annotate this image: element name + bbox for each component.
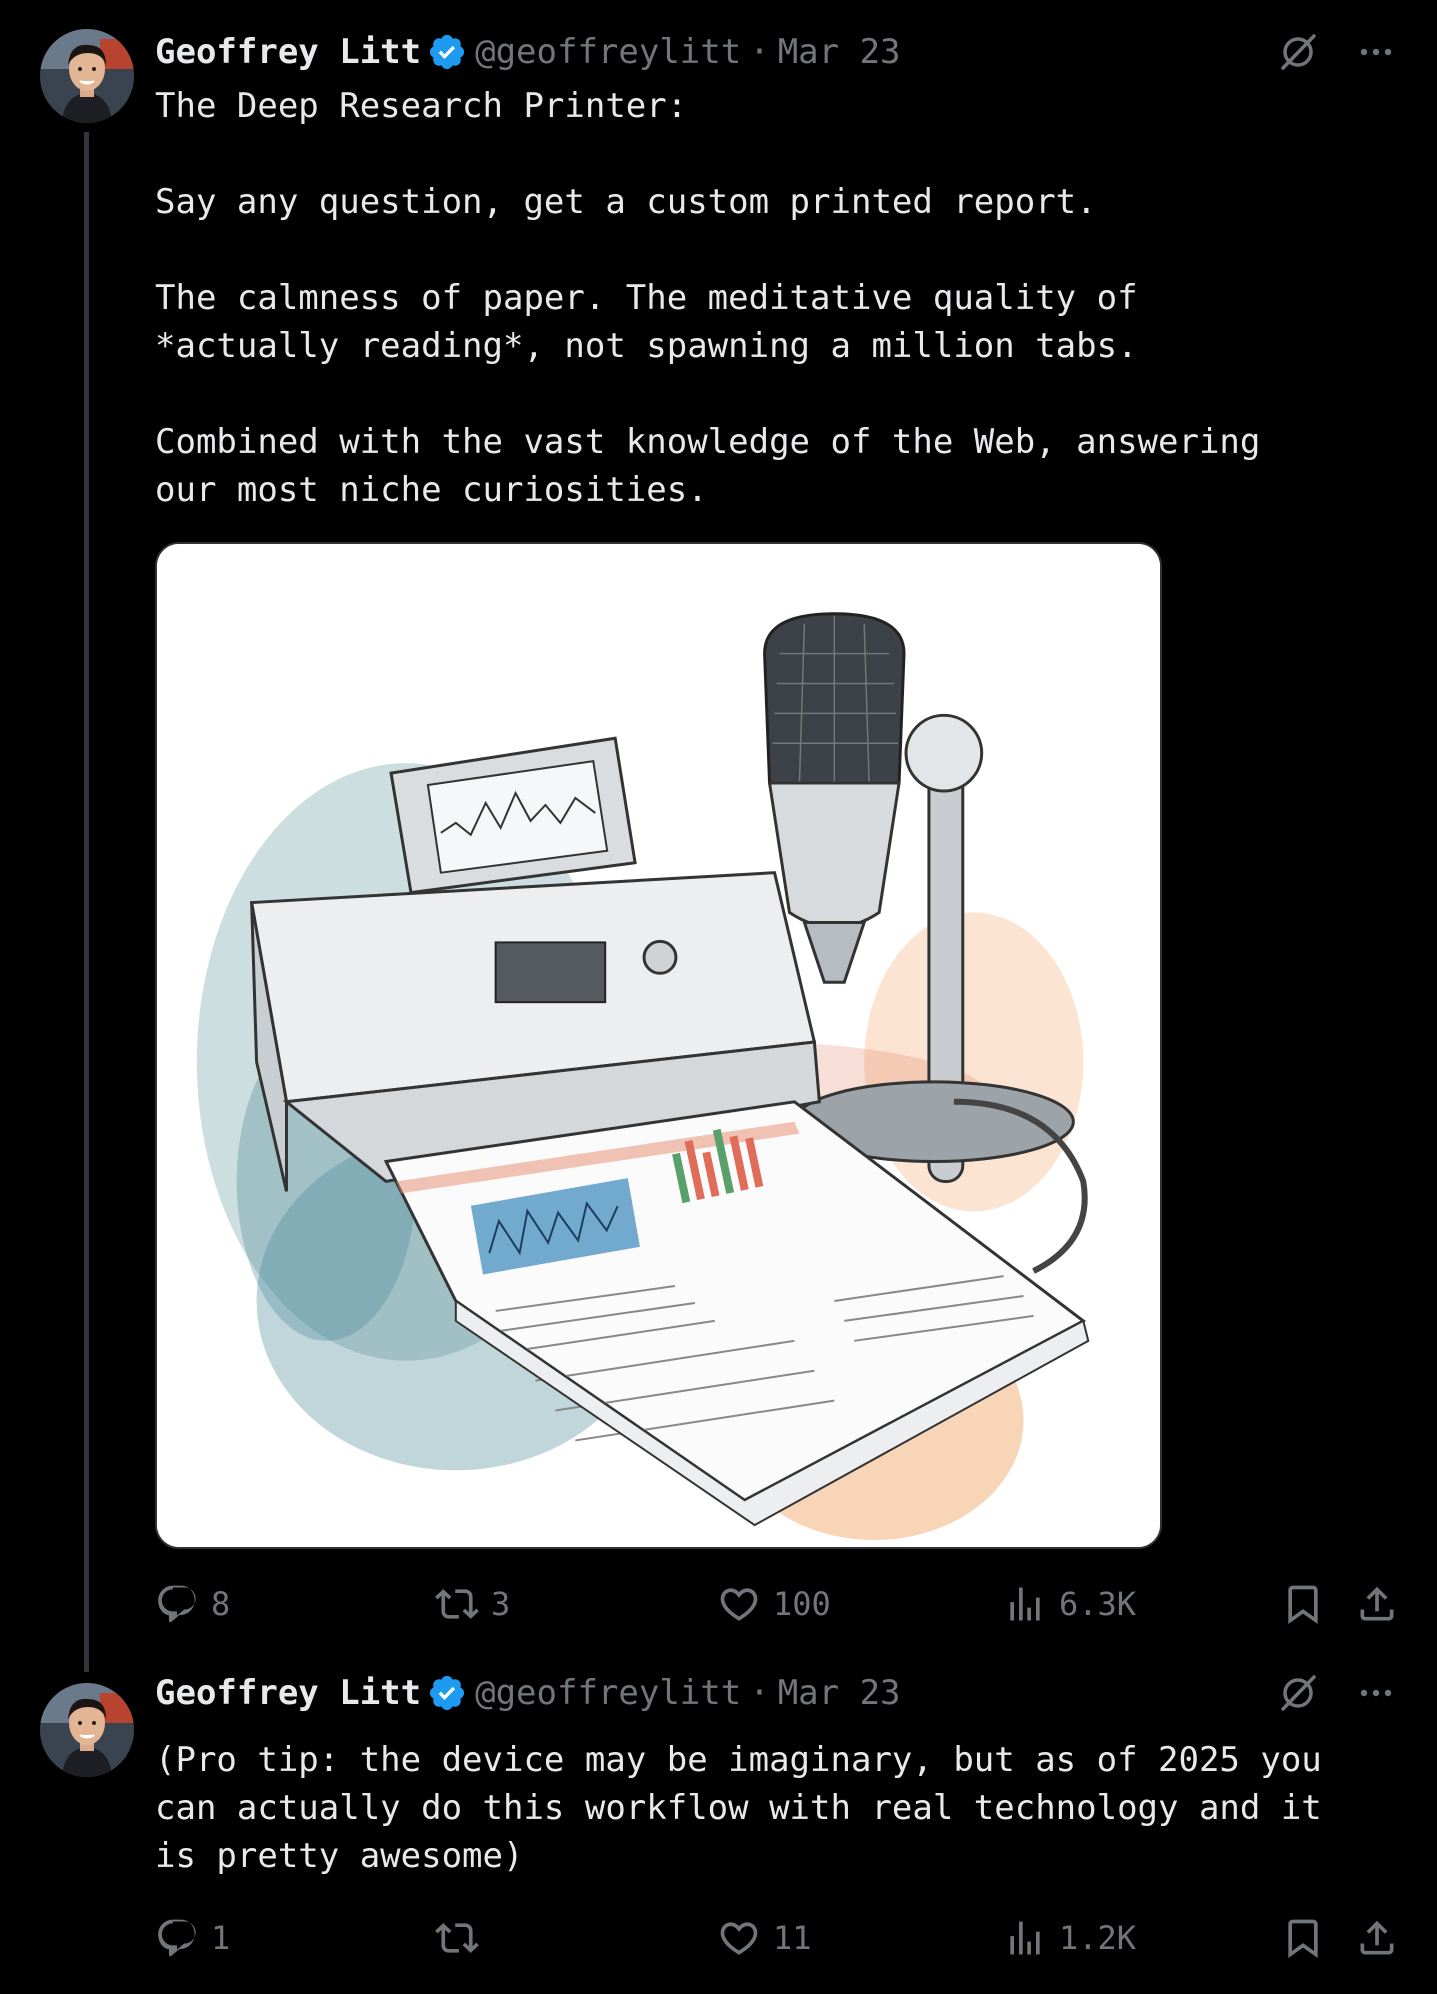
grok-icon[interactable] — [1277, 1672, 1319, 1714]
avatar-image — [40, 1683, 134, 1777]
like-count: 11 — [773, 1919, 812, 1957]
share-button[interactable] — [1355, 1910, 1399, 1966]
verified-badge-icon — [430, 1675, 465, 1711]
like-button[interactable]: 11 — [717, 1910, 812, 1966]
views-count: 1.2K — [1059, 1919, 1137, 1957]
tweet-media-image[interactable] — [155, 542, 1162, 1549]
bookmark-icon — [1288, 1585, 1318, 1625]
tweet-text: (Pro tip: the device may be imaginary, b… — [155, 1740, 1322, 1876]
separator-dot: · — [749, 32, 770, 72]
author-name[interactable]: Geoffrey Litt — [155, 1673, 421, 1713]
bookmark-button[interactable] — [1281, 1910, 1325, 1966]
more-icon[interactable] — [1355, 31, 1397, 73]
share-icon — [1360, 1920, 1394, 1955]
reply-icon — [158, 1585, 196, 1623]
retweet-button[interactable] — [435, 1910, 491, 1966]
reply-button[interactable]: 1 — [155, 1910, 230, 1966]
grok-icon[interactable] — [1277, 31, 1319, 73]
tweet-date[interactable]: Mar 23 — [778, 1673, 901, 1713]
like-icon — [720, 1922, 758, 1955]
avatar-image — [40, 29, 134, 123]
retweet-count: 3 — [491, 1585, 511, 1623]
reply-count: 1 — [211, 1919, 231, 1957]
avatar[interactable] — [40, 29, 134, 123]
tweet-header: Geoffrey Litt @geoffreylitt · Mar 23 — [155, 1670, 1397, 1716]
avatar[interactable] — [40, 1683, 134, 1777]
tweet-text: The Deep Research Printer: Say any quest… — [155, 86, 1261, 510]
retweet-button[interactable]: 3 — [435, 1576, 510, 1632]
views-icon — [1010, 1921, 1040, 1955]
author-name[interactable]: Geoffrey Litt — [155, 32, 421, 72]
author-handle[interactable]: @geoffreylitt — [475, 32, 741, 72]
reply-icon — [158, 1919, 196, 1957]
bookmark-button[interactable] — [1281, 1576, 1325, 1632]
reply-count: 8 — [211, 1585, 231, 1623]
verified-badge-icon — [430, 34, 465, 70]
tweet[interactable]: Geoffrey Litt @geoffreylitt · Mar 23 (Pr… — [0, 1656, 1437, 1994]
share-button[interactable] — [1355, 1576, 1399, 1632]
thread-line — [84, 132, 89, 1672]
like-icon — [720, 1588, 758, 1621]
like-count: 100 — [773, 1585, 831, 1623]
like-button[interactable]: 100 — [717, 1576, 831, 1632]
retweet-icon — [435, 1923, 479, 1953]
views-button[interactable]: 6.3K — [1003, 1576, 1136, 1632]
share-icon — [1360, 1586, 1394, 1621]
bookmark-icon — [1288, 1919, 1318, 1959]
tweet-date[interactable]: Mar 23 — [778, 32, 901, 72]
reply-button[interactable]: 8 — [155, 1576, 230, 1632]
views-button[interactable]: 1.2K — [1003, 1910, 1136, 1966]
tweet[interactable]: Geoffrey Litt @geoffreylitt · Mar 23 The… — [0, 0, 1437, 1672]
tweet-actions: 8 3 100 6.3K — [155, 1576, 1397, 1632]
views-icon — [1010, 1587, 1040, 1621]
separator-dot: · — [749, 1673, 770, 1713]
tweet-actions: 1 11 1.2K — [155, 1910, 1397, 1966]
retweet-icon — [435, 1589, 479, 1619]
views-count: 6.3K — [1059, 1585, 1137, 1623]
more-icon[interactable] — [1355, 1672, 1397, 1714]
author-handle[interactable]: @geoffreylitt — [475, 1673, 741, 1713]
tweet-header: Geoffrey Litt @geoffreylitt · Mar 23 — [155, 29, 1397, 75]
printer-illustration — [157, 544, 1160, 1547]
